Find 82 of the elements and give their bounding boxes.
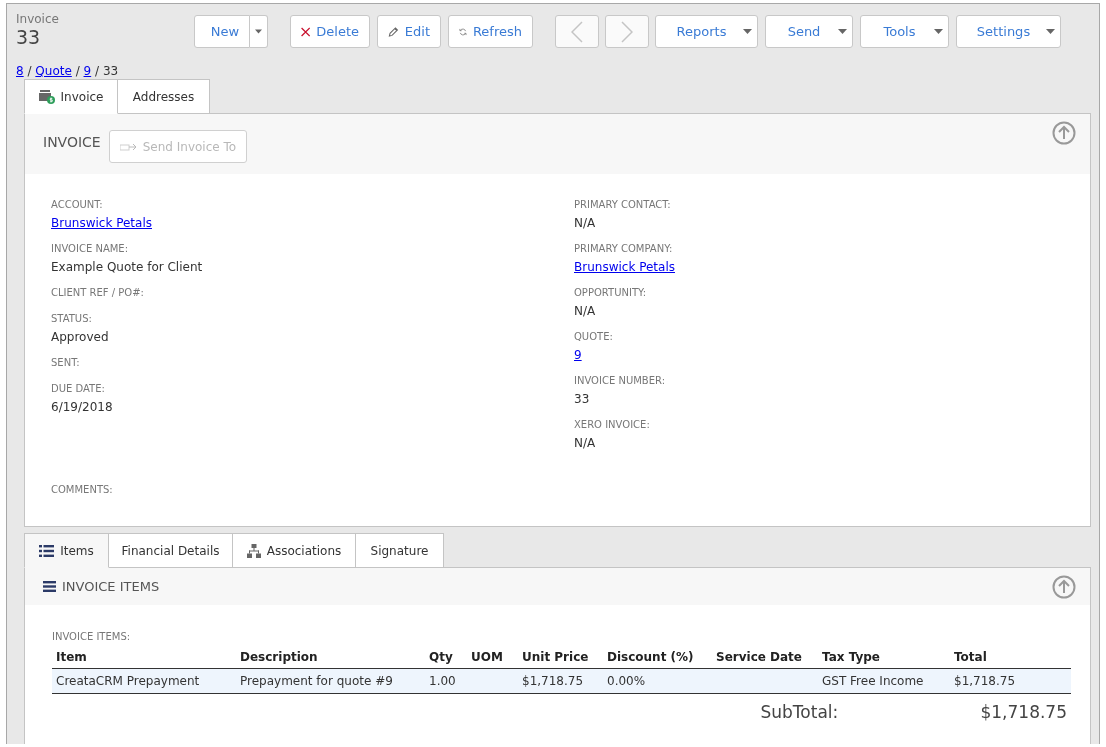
tab[interactable]: Invoice [24, 79, 118, 114]
column-header: Tax Type [818, 646, 950, 669]
breadcrumb-link[interactable]: 8 [16, 64, 24, 78]
table-cell: Prepayment for quote #9 [236, 668, 425, 694]
new-dropdown-button[interactable] [250, 15, 268, 48]
tab[interactable]: Items [24, 533, 109, 568]
breadcrumb-separator: / [75, 64, 80, 78]
table-cell: GST Free Income [818, 668, 950, 694]
field-label: COMMENTS: [51, 484, 113, 495]
field-label: STATUS: [51, 312, 93, 326]
field-label: OPPORTUNITY: [574, 286, 648, 300]
collapse-icon[interactable] [1052, 574, 1076, 599]
record-number: 33 [16, 26, 42, 48]
collapse-icon[interactable] [1052, 121, 1076, 145]
column-header: Total [950, 646, 1071, 669]
field-value: 6/19/2018 [51, 399, 114, 416]
table-cell: CreataCRM Prepayment [52, 668, 236, 694]
field-value: N/A [574, 303, 597, 320]
chevron-left-icon [571, 20, 583, 43]
field-label: INVOICE NAME: [51, 242, 130, 256]
column-header: UOM [467, 646, 518, 669]
field-label: ACCOUNT: [51, 198, 104, 212]
field-label: QUOTE: [574, 330, 614, 344]
field-label: CLIENT REF / PO#: [51, 286, 145, 300]
field-label: DUE DATE: [51, 382, 106, 396]
field-link[interactable]: 9 [574, 344, 582, 366]
field-link[interactable]: Brunswick Petals [51, 212, 152, 234]
panel-title: INVOICE ITEMS [62, 579, 160, 594]
column-header: Unit Price [518, 646, 603, 669]
tab[interactable]: Associations [232, 533, 356, 568]
field-link[interactable]: Brunswick Petals [574, 256, 675, 278]
column-header: Qty [425, 646, 467, 669]
column-header: Item [52, 646, 236, 669]
caret-icon [743, 29, 752, 34]
panel-title: INVOICE [43, 134, 101, 150]
register-icon [38, 89, 55, 104]
tab[interactable]: Signature [355, 533, 444, 568]
column-header: Service Date [712, 646, 818, 669]
table-cell: 0.00% [603, 668, 712, 694]
send-icon [119, 142, 138, 151]
record-type-label: Invoice [16, 12, 60, 26]
field-value: Example Quote for Client [51, 259, 204, 276]
subtotal-label: SubTotal: [760, 702, 840, 722]
list-icon [39, 544, 55, 557]
field-label: INVOICE NUMBER: [574, 374, 666, 388]
tab[interactable]: Financial Details [108, 533, 233, 568]
menu-button[interactable]: Send [765, 15, 853, 48]
breadcrumb-separator: / [27, 64, 32, 78]
hierarchy-icon [246, 543, 261, 558]
menu-button[interactable]: Reports [655, 15, 758, 48]
field-label: SENT: [51, 356, 81, 370]
menu-icon [43, 581, 56, 592]
subtotal-value: $1,718.75 [980, 702, 1067, 722]
field-label: PRIMARY CONTACT: [574, 198, 672, 212]
table-cell: $1,718.75 [950, 668, 1071, 694]
caret-icon [838, 29, 847, 34]
breadcrumb-current: 33 [102, 64, 119, 78]
refresh-button[interactable]: Refresh [448, 15, 533, 48]
field-label: XERO INVOICE: [574, 418, 651, 432]
table-cell: $1,718.75 [518, 668, 603, 694]
menu-button[interactable]: Tools [860, 15, 949, 48]
table-cell: 1.00 [425, 668, 467, 694]
field-label: PRIMARY COMPANY: [574, 242, 674, 256]
chevron-right-icon [621, 20, 633, 43]
tab[interactable]: Addresses [117, 79, 210, 114]
caret-icon [255, 29, 262, 34]
table-label: INVOICE ITEMS: [52, 631, 132, 642]
field-value: N/A [574, 435, 597, 452]
delete-button[interactable]: Delete [290, 15, 370, 48]
field-value: 33 [574, 391, 591, 408]
breadcrumb-separator: / [95, 64, 100, 78]
breadcrumb-link[interactable]: 9 [83, 64, 92, 78]
menu-button[interactable]: Settings [956, 15, 1061, 48]
column-header: Description [236, 646, 425, 669]
caret-icon [934, 29, 943, 34]
column-header: Discount (%) [603, 646, 712, 669]
edit-button[interactable]: Edit [377, 15, 441, 48]
field-value: Approved [51, 329, 110, 346]
caret-icon [1046, 29, 1055, 34]
field-value: N/A [574, 215, 597, 232]
new-button[interactable]: New [194, 15, 250, 48]
breadcrumb-link[interactable]: Quote [35, 64, 72, 78]
